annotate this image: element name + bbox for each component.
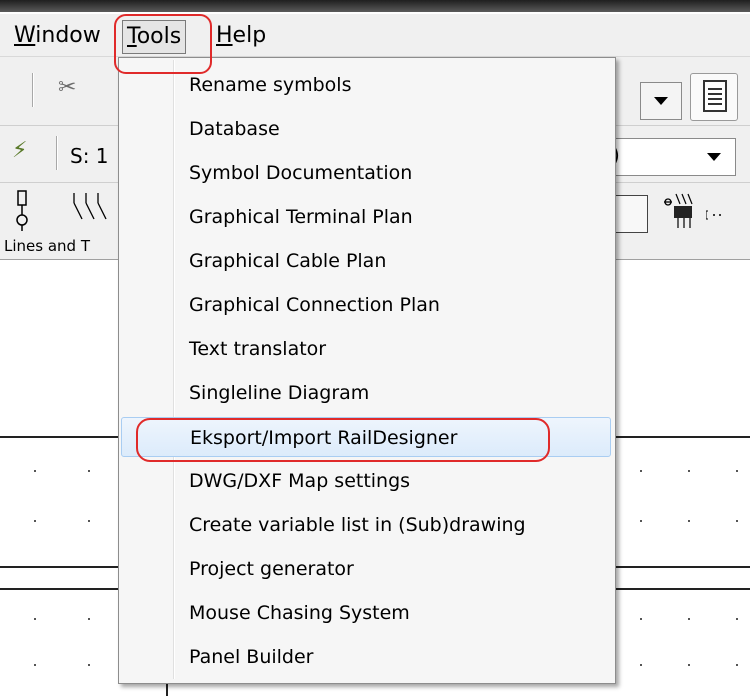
annotation-circle-tools-menu [114, 14, 212, 74]
grid-dot [688, 470, 690, 472]
toolbar-combo[interactable] [610, 138, 736, 176]
document-icon [703, 80, 727, 112]
menu-window-mnemonic: W [14, 23, 36, 48]
toolbar-separator [32, 73, 34, 107]
menu-window[interactable]: Window [10, 20, 105, 52]
tools-dropdown-menu: Rename symbols Database Symbol Documenta… [118, 57, 616, 684]
menu-item-text-translator[interactable]: Text translator [121, 329, 611, 369]
grid-dot [88, 664, 90, 666]
menu-item-database[interactable]: Database [121, 109, 611, 149]
grid-dot [88, 618, 90, 620]
menu-item-graphical-terminal-plan[interactable]: Graphical Terminal Plan [121, 197, 611, 237]
sheet-field-label: S: 1 [70, 144, 109, 168]
menu-window-label: indow [35, 23, 101, 48]
three-pole-switch-icon[interactable] [70, 189, 114, 231]
grid-dot [736, 470, 738, 472]
grid-dot [736, 520, 738, 522]
grid-dot [34, 664, 36, 666]
grid-dot [88, 520, 90, 522]
menu-bar: Window Tools Help [0, 14, 750, 57]
window-top-edge [0, 0, 750, 12]
grid-dot [688, 618, 690, 620]
menu-help[interactable]: Help [212, 20, 270, 52]
grid-dot [640, 664, 642, 666]
grid-dot [34, 520, 36, 522]
grid-dot [88, 470, 90, 472]
menu-item-symbol-documentation[interactable]: Symbol Documentation [121, 153, 611, 193]
panel-tab-lines[interactable]: Lines and T [4, 237, 90, 255]
wire-tool-icon[interactable]: ⚡ [12, 138, 27, 163]
terminal-block-icon[interactable] [662, 190, 702, 230]
grid-dot [688, 520, 690, 522]
menu-item-create-variable-list[interactable]: Create variable list in (Sub)drawing [121, 505, 611, 545]
grid-dot [640, 470, 642, 472]
toolbar-separator [56, 136, 58, 170]
menu-help-mnemonic: H [216, 23, 233, 48]
menu-item-dwg-dxf-map-settings[interactable]: DWG/DXF Map settings [121, 461, 611, 501]
grid-dot [34, 618, 36, 620]
menu-item-mouse-chasing-system[interactable]: Mouse Chasing System [121, 593, 611, 633]
menu-item-graphical-cable-plan[interactable]: Graphical Cable Plan [121, 241, 611, 281]
bracket-dots-icon [705, 205, 736, 220]
menu-item-graphical-connection-plan[interactable]: Graphical Connection Plan [121, 285, 611, 325]
grid-dot [640, 618, 642, 620]
grid-dot [736, 618, 738, 620]
menu-item-panel-builder[interactable]: Panel Builder [121, 637, 611, 677]
grid-dot [688, 664, 690, 666]
fuse-symbol-icon[interactable] [10, 189, 34, 231]
menu-item-singleline-diagram[interactable]: Singleline Diagram [121, 373, 611, 413]
annotation-circle-eksport-item [136, 418, 550, 462]
scissors-icon[interactable]: ✂ [58, 75, 76, 100]
dropdown-arrow-button[interactable] [640, 82, 682, 120]
grid-dot [736, 664, 738, 666]
grid-dot [640, 520, 642, 522]
menu-item-project-generator[interactable]: Project generator [121, 549, 611, 589]
grid-dot [34, 470, 36, 472]
menu-help-label: elp [232, 23, 267, 48]
